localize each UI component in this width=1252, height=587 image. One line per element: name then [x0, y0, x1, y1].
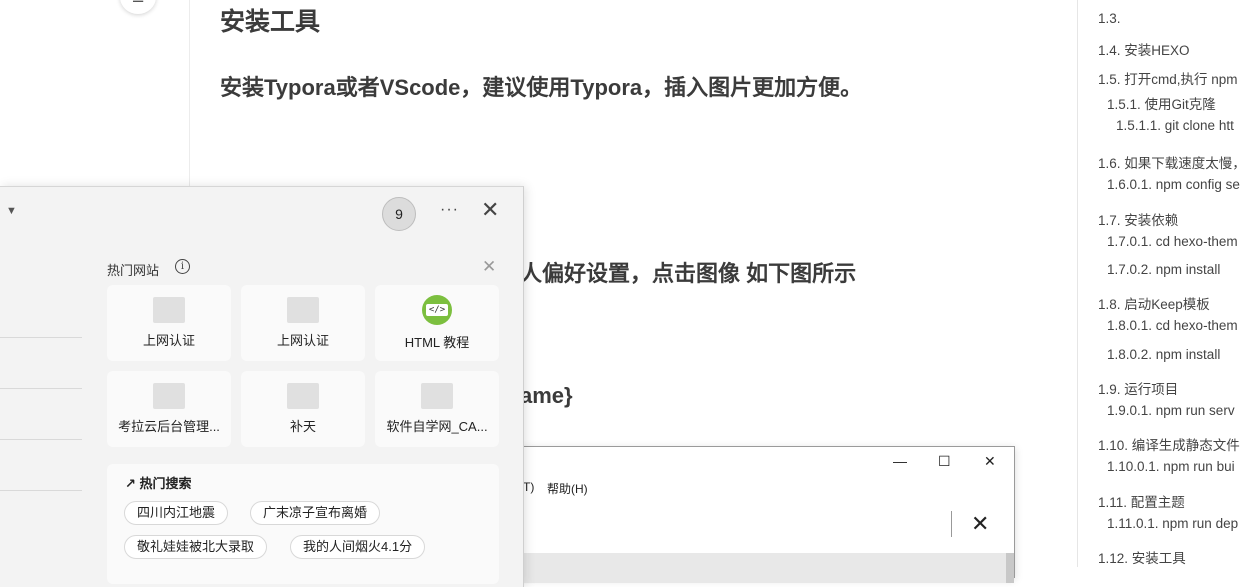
list-divider [0, 439, 82, 440]
site-tile[interactable]: 考拉云后台管理... [107, 371, 231, 447]
toc-item[interactable]: 1.7.0.2. npm install [1107, 262, 1220, 277]
toc-toggle-button[interactable]: ☰ [120, 0, 156, 14]
placeholder-icon [153, 383, 185, 409]
list-divider [0, 490, 82, 491]
toc-item[interactable]: 1.8.0.2. npm install [1107, 347, 1220, 362]
site-tile-label: 上网认证 [276, 333, 329, 348]
toc-item[interactable]: 1.10.0.1. npm run bui [1107, 459, 1235, 474]
minimize-icon: — [893, 453, 907, 469]
toc-item[interactable]: 1.7.0.1. cd hexo-them [1107, 234, 1238, 249]
info-icon[interactable]: i [175, 259, 190, 274]
site-tile[interactable]: 上网认证 [241, 285, 365, 361]
toc-item[interactable]: 1.11. 配置主题 [1098, 491, 1185, 511]
site-tile[interactable]: 软件自学网_CA... [375, 371, 499, 447]
toolbar-separator [951, 511, 952, 537]
hot-search-chip[interactable]: 四川内江地震 [124, 501, 229, 525]
hot-search-chip[interactable]: 敬礼娃娃被北大录取 [124, 535, 268, 559]
html-code-icon: </> [422, 295, 452, 325]
toc-item[interactable]: 1.3. [1098, 11, 1121, 26]
toc-item[interactable]: 1.5.1.1. git clone htt [1116, 118, 1234, 133]
toc-item[interactable]: 1.9.0.1. npm run serv [1107, 403, 1235, 418]
toc-item[interactable]: 1.11.0.1. npm run dep [1107, 516, 1238, 531]
site-tile-label: 软件自学网_CA... [386, 419, 488, 434]
toc-item[interactable]: 1.5.1. 使用Git克隆 [1107, 93, 1216, 113]
chevron-down-icon[interactable]: ▼ [6, 205, 17, 217]
toc-item[interactable]: 1.6. 如果下载速度太慢， [1098, 152, 1246, 172]
site-tile-label: HTML 教程 [404, 335, 470, 350]
site-tile[interactable]: 上网认证 [107, 285, 231, 361]
tab-count-badge[interactable]: 9 [382, 197, 416, 231]
close-icon: ✕ [984, 453, 996, 469]
menu-item-help: 帮助(H) [547, 482, 588, 496]
placeholder-icon [153, 297, 185, 323]
scrollbar [1006, 553, 1014, 583]
article-code-partial: ame} [520, 383, 573, 408]
list-divider [0, 388, 82, 389]
site-tile-label: 上网认证 [142, 333, 195, 348]
toc-item[interactable]: 1.5. 打开cmd,执行 npm [1098, 68, 1238, 88]
site-tile[interactable]: </> HTML 教程 [375, 285, 499, 361]
close-icon: ✕ [971, 511, 990, 536]
menu-item-fragment: T) [523, 480, 535, 494]
browser-new-tab-panel: ▼ 9 ··· ✕ 热门网站 i ✕ 上网认证 上网认证 </> HTML 教程… [0, 186, 524, 587]
article-paragraph-partial: 人偏好设置，点击图像 如下图所示 [520, 261, 857, 286]
list-divider [0, 337, 82, 338]
window-content-area [501, 553, 1014, 583]
site-tile[interactable]: 补天 [241, 371, 365, 447]
hot-search-chip[interactable]: 我的人间烟火4.1分 [290, 535, 426, 559]
site-tile-label: 补天 [289, 419, 316, 434]
site-tile-label: 考拉云后台管理... [118, 419, 220, 434]
toc-item[interactable]: 1.9. 运行项目 [1098, 378, 1178, 398]
toc-item[interactable]: 1.6.0.1. npm config se [1107, 177, 1240, 192]
maximize-icon: ☐ [938, 453, 951, 469]
article-paragraph: 安装Typora或者VScode，建议使用Typora，插入图片更加方便。 [220, 75, 863, 100]
toc-item[interactable]: 1.12. 安装工具 [1098, 547, 1186, 567]
hot-search-title: ↗ 热门搜索 [125, 476, 192, 491]
toc-item[interactable]: 1.4. 安装HEXO [1098, 39, 1190, 59]
close-icon[interactable]: ✕ [481, 197, 499, 223]
toc-item[interactable]: 1.8. 启动Keep模板 [1098, 293, 1210, 313]
toc-item[interactable]: 1.10. 编译生成静态文件 [1098, 434, 1240, 454]
toc-item[interactable]: 1.8.0.1. cd hexo-them [1107, 318, 1238, 333]
hot-search-chip[interactable]: 广末凉子宣布离婚 [250, 501, 381, 525]
placeholder-icon [287, 383, 319, 409]
list-icon: ☰ [132, 0, 145, 6]
more-options-icon[interactable]: ··· [440, 201, 459, 219]
trending-icon: ↗ [125, 476, 136, 491]
hot-sites-title: 热门网站 [107, 263, 160, 278]
placeholder-icon [287, 297, 319, 323]
close-icon[interactable]: ✕ [482, 257, 496, 277]
toc-item[interactable]: 1.7. 安装依赖 [1098, 209, 1178, 229]
table-of-contents: 1.3. 1.4. 安装HEXO 1.5. 打开cmd,执行 npm 1.5.1… [1077, 0, 1252, 567]
embedded-window-screenshot: — ☐ ✕ T) 帮助(H) ✕ [500, 446, 1015, 583]
hot-search-card: ↗ 热门搜索 四川内江地震 广末凉子宣布离婚 敬礼娃娃被北大录取 我的人间烟火4… [107, 464, 499, 584]
placeholder-icon [421, 383, 453, 409]
section-heading: 安装工具 [220, 8, 321, 36]
